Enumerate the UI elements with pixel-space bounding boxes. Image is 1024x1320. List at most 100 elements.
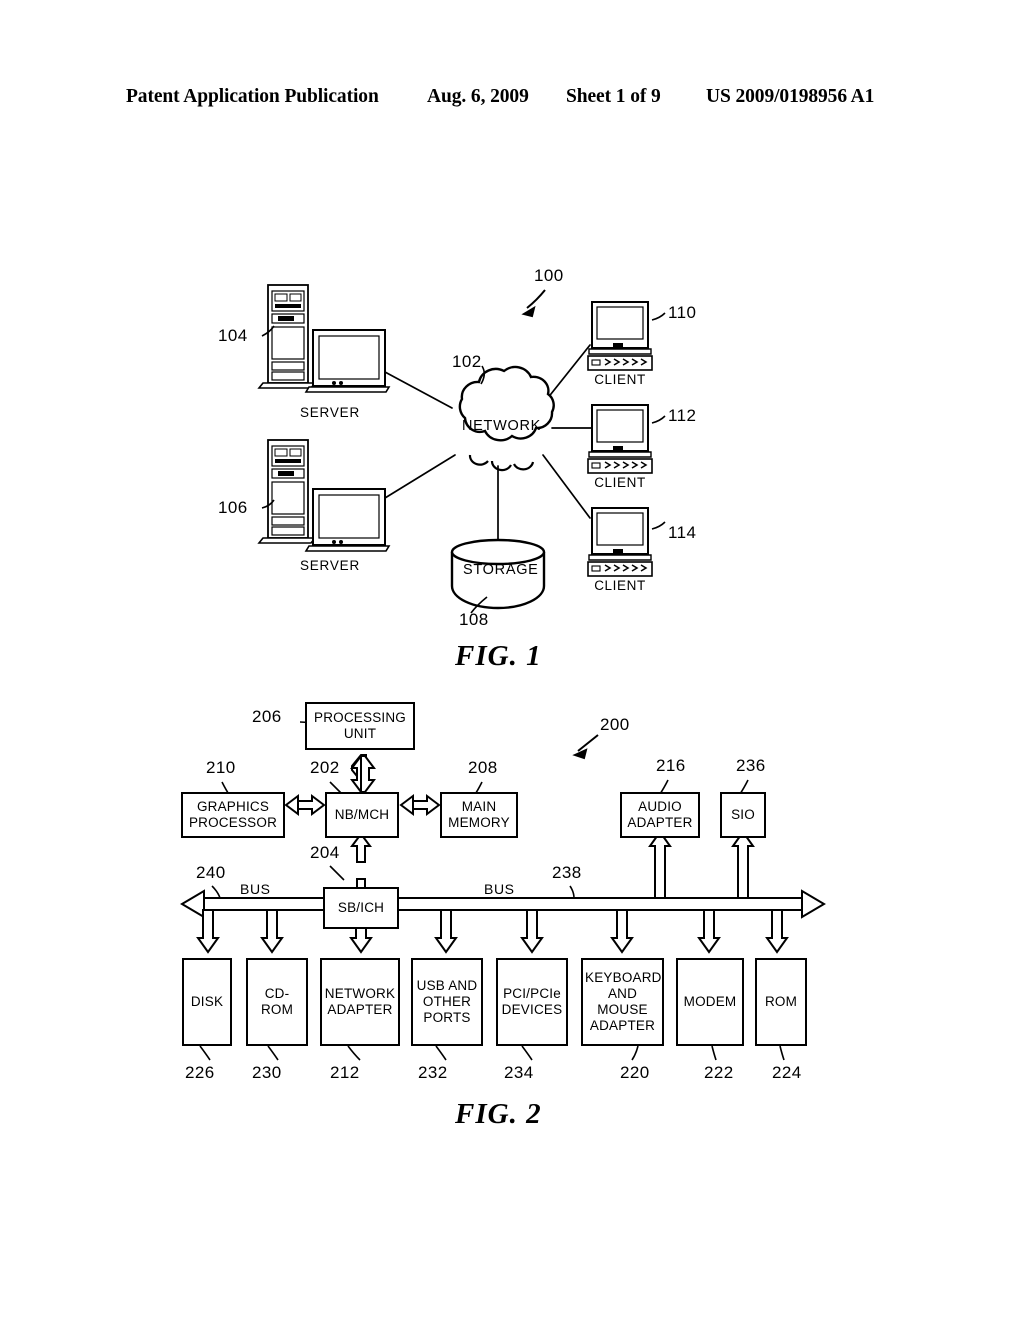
ref-232: 232 <box>418 1063 448 1082</box>
peripheral-box-pci-devices[interactable]: PCI/PCIe DEVICES <box>496 958 568 1046</box>
nb-mch-label: NB/MCH <box>334 807 390 823</box>
ref-106: 106 <box>218 498 248 517</box>
link-server106-network <box>384 454 456 499</box>
ref-216: 216 <box>656 756 686 775</box>
nb-mch-box[interactable]: NB/MCH <box>325 792 399 838</box>
peripheral-box-cdrom[interactable]: CD-ROM <box>246 958 308 1046</box>
fig2-system-arrow <box>572 734 599 760</box>
audio-adapter-line2: ADAPTER <box>627 815 693 830</box>
peripheral-box-modem[interactable]: MODEM <box>676 958 744 1046</box>
ref-202: 202 <box>310 758 340 777</box>
ref-108: 108 <box>459 610 489 629</box>
fig2-caption: FIG. 2 <box>455 1098 542 1130</box>
modem-line-0: MODEM <box>683 994 737 1010</box>
kbm-line-3: ADAPTER <box>589 1017 656 1033</box>
kbm-line-0: KEYBOARD <box>585 970 662 986</box>
peripheral-box-rom[interactable]: ROM <box>755 958 807 1046</box>
main-memory-box[interactable]: MAIN MEMORY <box>440 792 518 838</box>
ref-212: 212 <box>330 1063 360 1082</box>
ref-220: 220 <box>620 1063 650 1082</box>
ref-112: 112 <box>668 406 697 425</box>
bus-risers <box>648 830 755 899</box>
cdrom-line-0: CD-ROM <box>260 986 294 1017</box>
ref-200: 200 <box>600 715 630 734</box>
usb-line-1: OTHER <box>422 994 472 1010</box>
arrow-nbmch-mm-right <box>412 794 441 816</box>
ref-222: 222 <box>704 1063 734 1082</box>
page-header: Patent Application Publication Aug. 6, 2… <box>0 86 1024 116</box>
arrow-nbmch-sbich-up <box>350 832 372 863</box>
arrow-gp-nbmch-left <box>284 794 313 816</box>
client-110-label: CLIENT <box>594 372 646 387</box>
rom-line-0: ROM <box>764 994 798 1010</box>
ref-230: 230 <box>252 1063 282 1082</box>
audio-adapter-box[interactable]: AUDIO ADAPTER <box>620 792 700 838</box>
leader-112 <box>651 415 666 424</box>
sio-box[interactable]: SIO <box>720 792 766 838</box>
ref-210: 210 <box>206 758 236 777</box>
leader-104 <box>261 325 275 337</box>
processing-unit-box[interactable]: PROCESSING UNIT <box>305 702 415 750</box>
audio-adapter-line1: AUDIO <box>638 799 682 815</box>
graphics-processor-line2: PROCESSOR <box>188 815 278 830</box>
ref-104: 104 <box>218 326 248 345</box>
ref-208: 208 <box>468 758 498 777</box>
kbm-line-2: MOUSE <box>597 1002 648 1017</box>
link-server104-network <box>384 371 453 409</box>
client-114-graphic <box>587 507 653 577</box>
ref-240: 240 <box>196 863 226 882</box>
ref-238: 238 <box>552 863 582 882</box>
kbm-line-1: AND <box>607 986 638 1002</box>
server-106-label: SERVER <box>299 558 361 573</box>
main-memory-line2: MEMORY <box>448 815 510 830</box>
patent-number: US 2009/0198956 A1 <box>706 86 875 107</box>
client-114-label: CLIENT <box>594 578 646 593</box>
ref-102: 102 <box>452 352 482 371</box>
pci-line-1: DEVICES <box>501 1002 563 1017</box>
usb-line-2: PORTS <box>423 1009 471 1025</box>
graphics-processor-line1: GRAPHICS <box>196 799 270 815</box>
link-network-client114 <box>542 454 591 519</box>
leader-114 <box>651 521 666 530</box>
sio-label: SIO <box>731 807 755 823</box>
client-112-label: CLIENT <box>594 475 646 490</box>
graphics-processor-box[interactable]: GRAPHICS PROCESSOR <box>181 792 285 838</box>
sb-ich-label: SB/ICH <box>337 900 385 916</box>
client-112-graphic <box>587 404 653 474</box>
bus-drops <box>196 909 789 954</box>
server-104-graphic <box>257 284 391 393</box>
storage-label: STORAGE <box>463 562 539 578</box>
bus-left-label: BUS <box>240 881 271 897</box>
fig1-system-arrow <box>521 289 546 318</box>
network-adapter-line-1: ADAPTER <box>327 1002 393 1017</box>
network-adapter-line-0: NETWORK <box>324 986 396 1002</box>
arrow-pu-nbmch-up <box>351 754 367 782</box>
peripheral-box-keyboard-mouse-adapter[interactable]: KEYBOARD AND MOUSE ADAPTER <box>581 958 664 1046</box>
bus-right-label: BUS <box>484 881 515 897</box>
ref-114: 114 <box>668 523 697 542</box>
peripheral-box-network-adapter[interactable]: NETWORK ADAPTER <box>320 958 400 1046</box>
leader-106 <box>261 499 275 509</box>
link-network-client110 <box>542 344 591 405</box>
client-110-graphic <box>587 301 653 371</box>
ref-100: 100 <box>534 266 564 285</box>
ref-110: 110 <box>668 303 697 322</box>
ref-234: 234 <box>504 1063 534 1082</box>
publication-label: Patent Application Publication <box>126 86 379 107</box>
ref-226: 226 <box>185 1063 215 1082</box>
peripheral-box-disk[interactable]: DISK <box>182 958 232 1046</box>
usb-line-0: USB AND <box>416 978 478 994</box>
server-106-graphic <box>257 439 391 552</box>
ref-224: 224 <box>772 1063 802 1082</box>
leader-110 <box>651 312 666 321</box>
sb-ich-box[interactable]: SB/ICH <box>323 887 399 929</box>
processing-unit-line1: PROCESSING <box>313 710 407 726</box>
ref-236: 236 <box>736 756 766 775</box>
pci-line-0: PCI/PCIe <box>503 986 561 1002</box>
sheet-number: Sheet 1 of 9 <box>566 86 661 107</box>
arrow-nbmch-mm-left <box>399 794 428 816</box>
processing-unit-line2: UNIT <box>343 726 377 741</box>
server-104-label: SERVER <box>299 405 361 420</box>
peripheral-box-usb-ports[interactable]: USB AND OTHER PORTS <box>411 958 483 1046</box>
network-label: NETWORK <box>462 418 542 434</box>
